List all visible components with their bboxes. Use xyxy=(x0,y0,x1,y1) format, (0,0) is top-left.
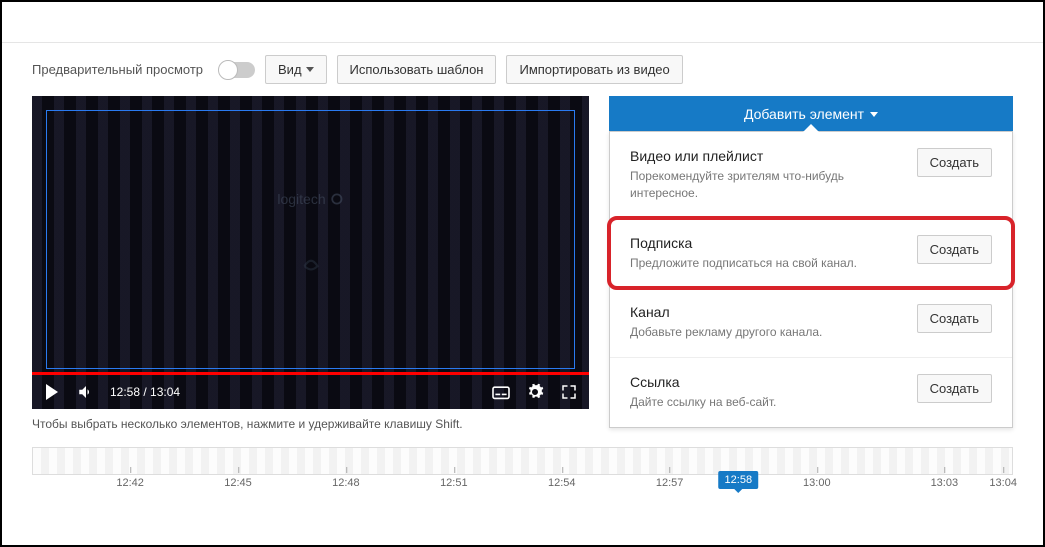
option-title: Видео или плейлист xyxy=(630,148,901,164)
timeline-track[interactable] xyxy=(32,447,1013,475)
subtitles-icon xyxy=(491,384,511,400)
tick: 12:57 xyxy=(656,477,684,489)
view-label: Вид xyxy=(278,62,302,77)
play-button[interactable] xyxy=(42,382,62,402)
ghost-logo-2 xyxy=(298,251,324,283)
option-subscribe[interactable]: Подписка Предложите подписаться на свой … xyxy=(610,219,1012,289)
option-desc: Дайте ссылку на веб-сайт. xyxy=(630,394,901,411)
video-player[interactable]: logitech 12:58 / 13:04 xyxy=(32,96,589,409)
toolbar: Предварительный просмотр Вид Использоват… xyxy=(2,42,1043,96)
volume-icon xyxy=(77,383,95,401)
option-video-playlist[interactable]: Видео или плейлист Порекомендуйте зрител… xyxy=(610,132,1012,219)
create-button[interactable]: Создать xyxy=(917,235,992,264)
add-element-label: Добавить элемент xyxy=(744,106,864,122)
option-title: Подписка xyxy=(630,235,901,251)
tick: 12:45 xyxy=(224,477,252,489)
tick: 12:42 xyxy=(116,477,144,489)
time-display: 12:58 / 13:04 xyxy=(110,385,180,399)
create-button[interactable]: Создать xyxy=(917,148,992,177)
option-channel[interactable]: Канал Добавьте рекламу другого канала. С… xyxy=(610,288,1012,358)
template-button[interactable]: Использовать шаблон xyxy=(337,55,497,84)
preview-label: Предварительный просмотр xyxy=(32,62,203,77)
fullscreen-button[interactable] xyxy=(559,382,579,402)
preview-toggle[interactable] xyxy=(219,62,255,78)
tick: 12:48 xyxy=(332,477,360,489)
option-desc: Порекомендуйте зрителям что-нибудь интер… xyxy=(630,168,901,202)
safe-zone-overlay[interactable] xyxy=(46,110,575,369)
volume-button[interactable] xyxy=(76,382,96,402)
tick: 12:54 xyxy=(548,477,576,489)
fullscreen-icon xyxy=(560,383,578,401)
logitech-icon xyxy=(330,192,344,206)
chevron-down-icon xyxy=(306,67,314,72)
player-controls: 12:58 / 13:04 xyxy=(32,375,589,409)
playhead[interactable]: 12:58 xyxy=(719,471,759,489)
tick: 13:00 xyxy=(803,477,831,489)
timeline-ruler[interactable]: 12:42 12:45 12:48 12:51 12:54 12:57 13:0… xyxy=(32,477,1013,507)
create-button[interactable]: Создать xyxy=(917,374,992,403)
app-frame: Предварительный просмотр Вид Использоват… xyxy=(0,0,1045,547)
timeline-section: 12:42 12:45 12:48 12:51 12:54 12:57 13:0… xyxy=(2,447,1043,507)
play-icon xyxy=(46,384,58,400)
view-button[interactable]: Вид xyxy=(265,55,327,84)
option-desc: Добавьте рекламу другого канала. xyxy=(630,324,901,341)
tick: 13:04 xyxy=(989,477,1017,489)
option-title: Ссылка xyxy=(630,374,901,390)
ghost-logo: logitech xyxy=(277,191,343,207)
main-area: logitech 12:58 / 13:04 xyxy=(2,96,1043,431)
gear-icon xyxy=(526,383,544,401)
side-column: Добавить элемент Видео или плейлист Поре… xyxy=(609,96,1013,431)
tick: 12:51 xyxy=(440,477,468,489)
option-title: Канал xyxy=(630,304,901,320)
settings-button[interactable] xyxy=(525,382,545,402)
import-button[interactable]: Импортировать из видео xyxy=(506,55,682,84)
hint-text: Чтобы выбрать несколько элементов, нажми… xyxy=(32,417,589,431)
video-column: logitech 12:58 / 13:04 xyxy=(32,96,589,431)
create-button[interactable]: Создать xyxy=(917,304,992,333)
subtitles-button[interactable] xyxy=(491,382,511,402)
option-desc: Предложите подписаться на свой канал. xyxy=(630,255,901,272)
chevron-down-icon xyxy=(870,112,878,117)
add-element-dropdown: Видео или плейлист Порекомендуйте зрител… xyxy=(609,131,1013,428)
tick: 13:03 xyxy=(931,477,959,489)
option-link[interactable]: Ссылка Дайте ссылку на веб-сайт. Создать xyxy=(610,358,1012,427)
